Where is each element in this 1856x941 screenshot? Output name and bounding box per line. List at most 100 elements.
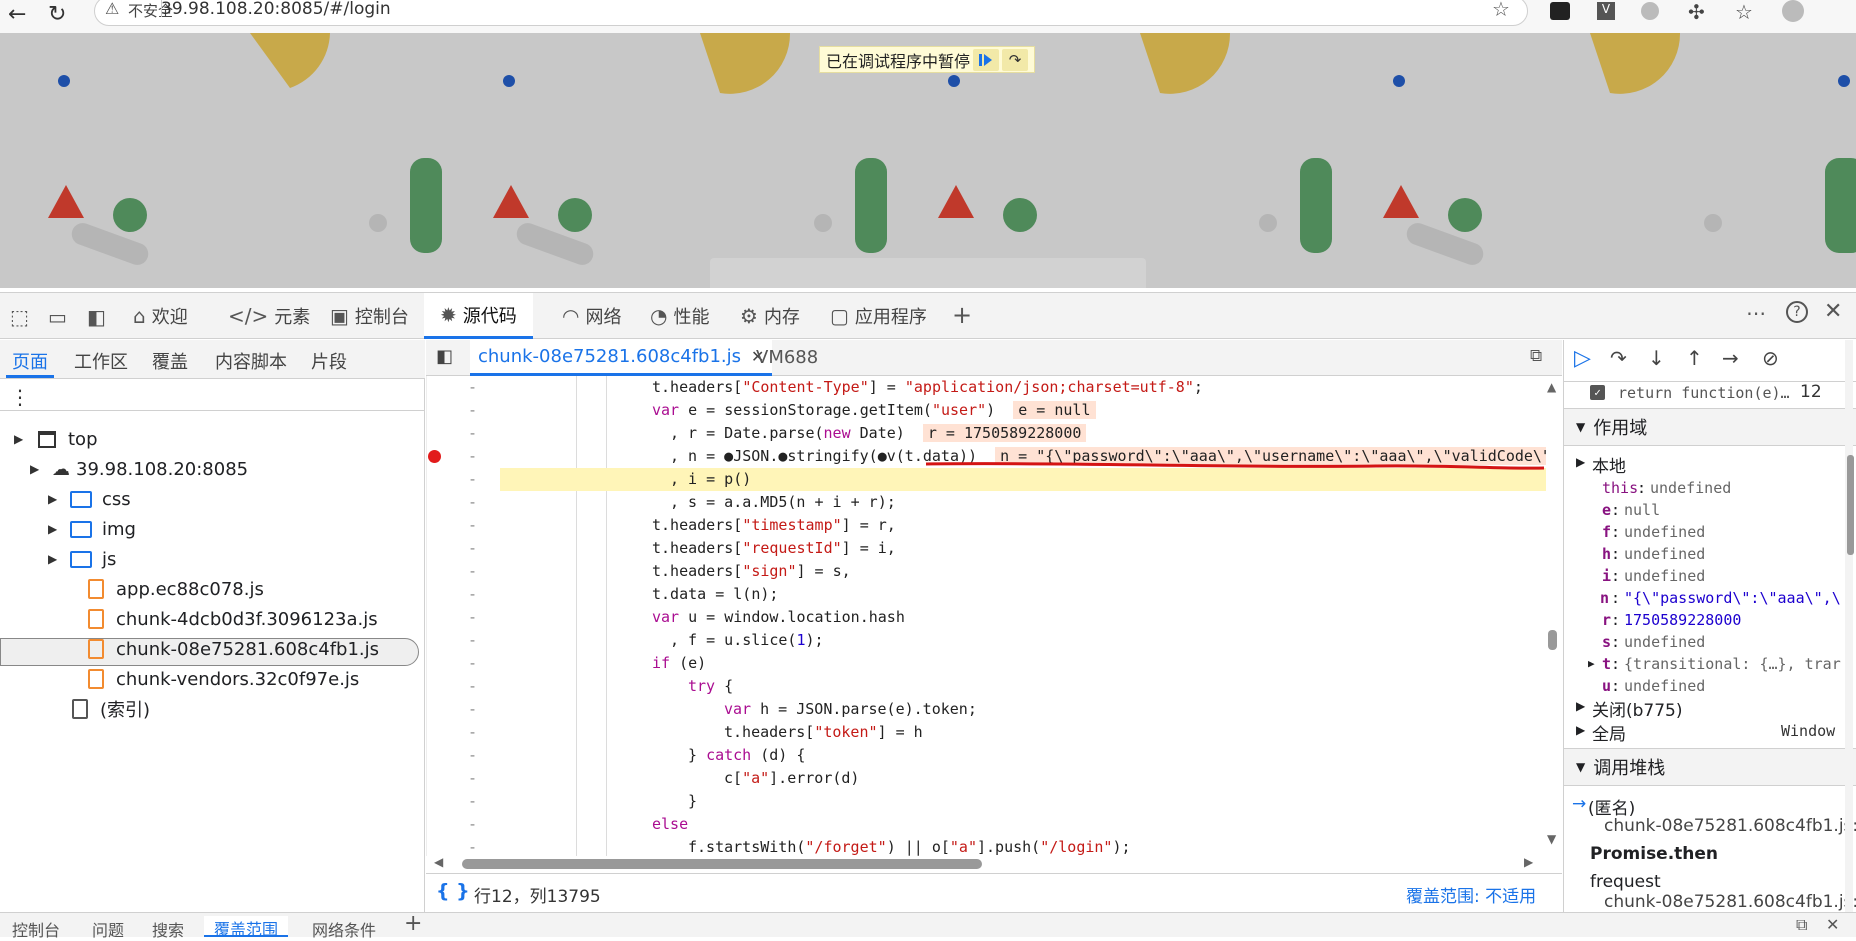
scope-variable[interactable]: f: undefined (1564, 522, 1856, 544)
editor-tab-vm[interactable]: VM688 (756, 347, 818, 368)
line-gutter-marker[interactable]: - (468, 721, 477, 744)
devtools-tab-bug[interactable]: ✹ 源代码 (424, 293, 533, 339)
horizontal-scrollbar-thumb[interactable] (462, 859, 982, 869)
puzzle-icon[interactable]: ✣ (1688, 0, 1705, 24)
step-out-icon[interactable]: ↑ (1686, 346, 1703, 370)
scroll-right-icon[interactable]: ▶ (1524, 855, 1533, 869)
toggle-debugger-icon[interactable]: ⧉ (1530, 346, 1542, 366)
code-line[interactable]: - var e = sessionStorage.getItem("user") … (426, 399, 1546, 422)
code-line[interactable]: - t.headers["Content-Type"] = "applicatio… (426, 376, 1546, 399)
tree-item-file[interactable]: chunk-vendors.32c0f97e.js (88, 664, 359, 694)
line-gutter-marker[interactable]: - (468, 790, 477, 813)
scope-variable[interactable]: this: undefined (1564, 478, 1856, 500)
dock-side-icon[interactable]: ◧ (87, 305, 106, 329)
code-line[interactable]: -} (426, 790, 1546, 813)
step-over-icon[interactable]: ↷ (1610, 346, 1627, 370)
device-emulation-icon[interactable]: ▭ (48, 305, 67, 329)
reload-icon[interactable]: ↻ (48, 2, 66, 27)
favorites-icon[interactable]: ☆ (1735, 0, 1753, 24)
close-drawer-icon[interactable]: ✕ (1826, 915, 1839, 934)
line-gutter-marker[interactable]: - (468, 836, 477, 856)
pretty-print-icon[interactable]: { } (436, 880, 470, 902)
expand-triangle-icon[interactable]: ▶ (48, 522, 66, 536)
scroll-down-icon[interactable]: ▼ (1547, 832, 1556, 846)
line-gutter-marker[interactable]: - (468, 813, 477, 836)
checkbox-checked-icon[interactable]: ✓ (1590, 385, 1605, 400)
scope-variable[interactable]: ▶ t: {transitional: {…}, trar (1564, 654, 1856, 676)
devtools-tab-application[interactable]: ▢ 应用程序 (830, 293, 927, 339)
line-gutter-marker[interactable]: - (468, 537, 477, 560)
navigator-subtab[interactable]: 页面 (12, 348, 48, 374)
tree-item-file-selected[interactable]: chunk-08e75281.608c4fb1.js (88, 634, 379, 664)
devtools-tab-console[interactable]: ▣ 控制台 (330, 293, 409, 339)
line-gutter-marker[interactable]: - (468, 652, 477, 675)
dock-icon[interactable]: ⧉ (1796, 915, 1807, 935)
coverage-status[interactable]: 覆盖范围: 不适用 (1406, 882, 1536, 907)
code-line[interactable]: - f.startsWith("/forget") || o["a"].push(… (426, 836, 1546, 856)
expand-triangle-icon[interactable]: ▶ (14, 432, 32, 446)
global-scope[interactable]: ▶ 全局 Window (1564, 720, 1856, 746)
line-gutter-marker[interactable]: - (468, 606, 477, 629)
expand-triangle-icon[interactable]: ▶ (48, 552, 66, 566)
step-icon[interactable]: → (1722, 346, 1739, 370)
line-gutter-marker[interactable]: - (468, 560, 477, 583)
code-area[interactable]: - t.headers["Content-Type"] = "applicatio… (426, 376, 1546, 856)
closure-scope[interactable]: ▶ 关闭(b775) (1564, 696, 1856, 722)
expand-triangle-icon[interactable]: ▶ (48, 492, 66, 506)
profile-extension-icon[interactable]: V (1597, 2, 1615, 20)
scope-variable[interactable]: h: undefined (1564, 544, 1856, 566)
frame-location[interactable]: chunk-08e75281.608c4fb1.js: (1604, 892, 1856, 912)
call-frame[interactable]: frequest chunk-08e75281.608c4fb1.js: (1564, 872, 1856, 912)
star-icon[interactable]: ☆ (1492, 0, 1510, 21)
devtools-tab-code[interactable]: </> 元素 (228, 293, 310, 339)
step-into-icon[interactable]: ↓ (1648, 346, 1665, 370)
add-tab-icon[interactable]: + (952, 301, 972, 329)
navigator-subtab[interactable]: 覆盖 (152, 348, 188, 374)
navigator-subtab[interactable]: 片段 (311, 348, 347, 374)
toggle-navigator-icon[interactable]: ◧ (436, 346, 453, 367)
code-line[interactable]: - , r = Date.parse(new Date) r = 17505892… (426, 422, 1546, 445)
code-line[interactable]: - t.headers["requestId"] = i, (426, 537, 1546, 560)
scope-variable[interactable]: e: null (1564, 500, 1856, 522)
step-over-button[interactable]: ↷ (1002, 48, 1029, 71)
globe-extension-icon[interactable] (1641, 2, 1659, 20)
expand-triangle-icon[interactable]: ▶ (30, 462, 48, 476)
line-gutter-marker[interactable]: - (468, 422, 477, 445)
right-scrollbar-thumb[interactable] (1847, 455, 1854, 555)
add-drawer-tab-icon[interactable]: + (404, 911, 422, 936)
code-line[interactable]: - else (426, 813, 1546, 836)
resume-button[interactable] (973, 48, 1000, 71)
expand-triangle-icon[interactable]: ▶ (1576, 723, 1585, 737)
code-line[interactable]: - t.headers["sign"] = s, (426, 560, 1546, 583)
code-line[interactable]: - if (e) (426, 652, 1546, 675)
line-gutter-marker[interactable]: - (468, 767, 477, 790)
line-gutter-marker[interactable]: - (468, 468, 477, 491)
scope-section-header[interactable]: ▼ 作用域 (1564, 408, 1856, 446)
tree-item-folder-css[interactable]: ▶ css (48, 484, 131, 514)
tree-item-file[interactable]: app.ec88c078.js (88, 574, 264, 604)
expand-triangle-icon[interactable]: ▶ (1576, 455, 1585, 469)
devtools-tab-wifi[interactable]: ◠ 网络 (562, 293, 621, 339)
more-options-icon[interactable]: ⋯ (1746, 301, 1766, 325)
line-gutter-marker[interactable]: - (468, 675, 477, 698)
editor-tab-active[interactable]: chunk-08e75281.608c4fb1.js ✕ (470, 340, 773, 376)
drawer-tab[interactable]: 搜索 (152, 917, 184, 941)
code-line[interactable]: - try { (426, 675, 1546, 698)
code-line[interactable]: - var u = window.location.hash (426, 606, 1546, 629)
line-gutter-marker[interactable]: - (468, 399, 477, 422)
line-gutter-marker[interactable]: - (468, 583, 477, 606)
code-line[interactable]: - t.headers["timestamp"] = r, (426, 514, 1546, 537)
help-icon[interactable]: ? (1786, 301, 1808, 323)
line-gutter-marker[interactable]: - (468, 491, 477, 514)
deactivate-breakpoints-icon[interactable]: ⊘ (1762, 346, 1779, 370)
scope-variable[interactable]: u: undefined (1564, 676, 1856, 698)
scroll-left-icon[interactable]: ◀ (434, 855, 443, 869)
local-scope-header[interactable]: ▶ 本地 (1564, 452, 1856, 478)
url-text[interactable]: 39.98.108.20:8085/#/login (161, 0, 391, 19)
extension-icon[interactable] (1550, 2, 1570, 20)
inspect-element-icon[interactable]: ⬚ (10, 305, 29, 329)
frame-location[interactable]: chunk-08e75281.608c4fb1.js: (1604, 816, 1856, 836)
address-bar[interactable]: ⚠ 不安全 39.98.108.20:8085/#/login ☆ (94, 0, 1528, 26)
devtools-tab-memory[interactable]: ⚙ 内存 (740, 293, 800, 339)
line-gutter-marker[interactable]: - (468, 629, 477, 652)
